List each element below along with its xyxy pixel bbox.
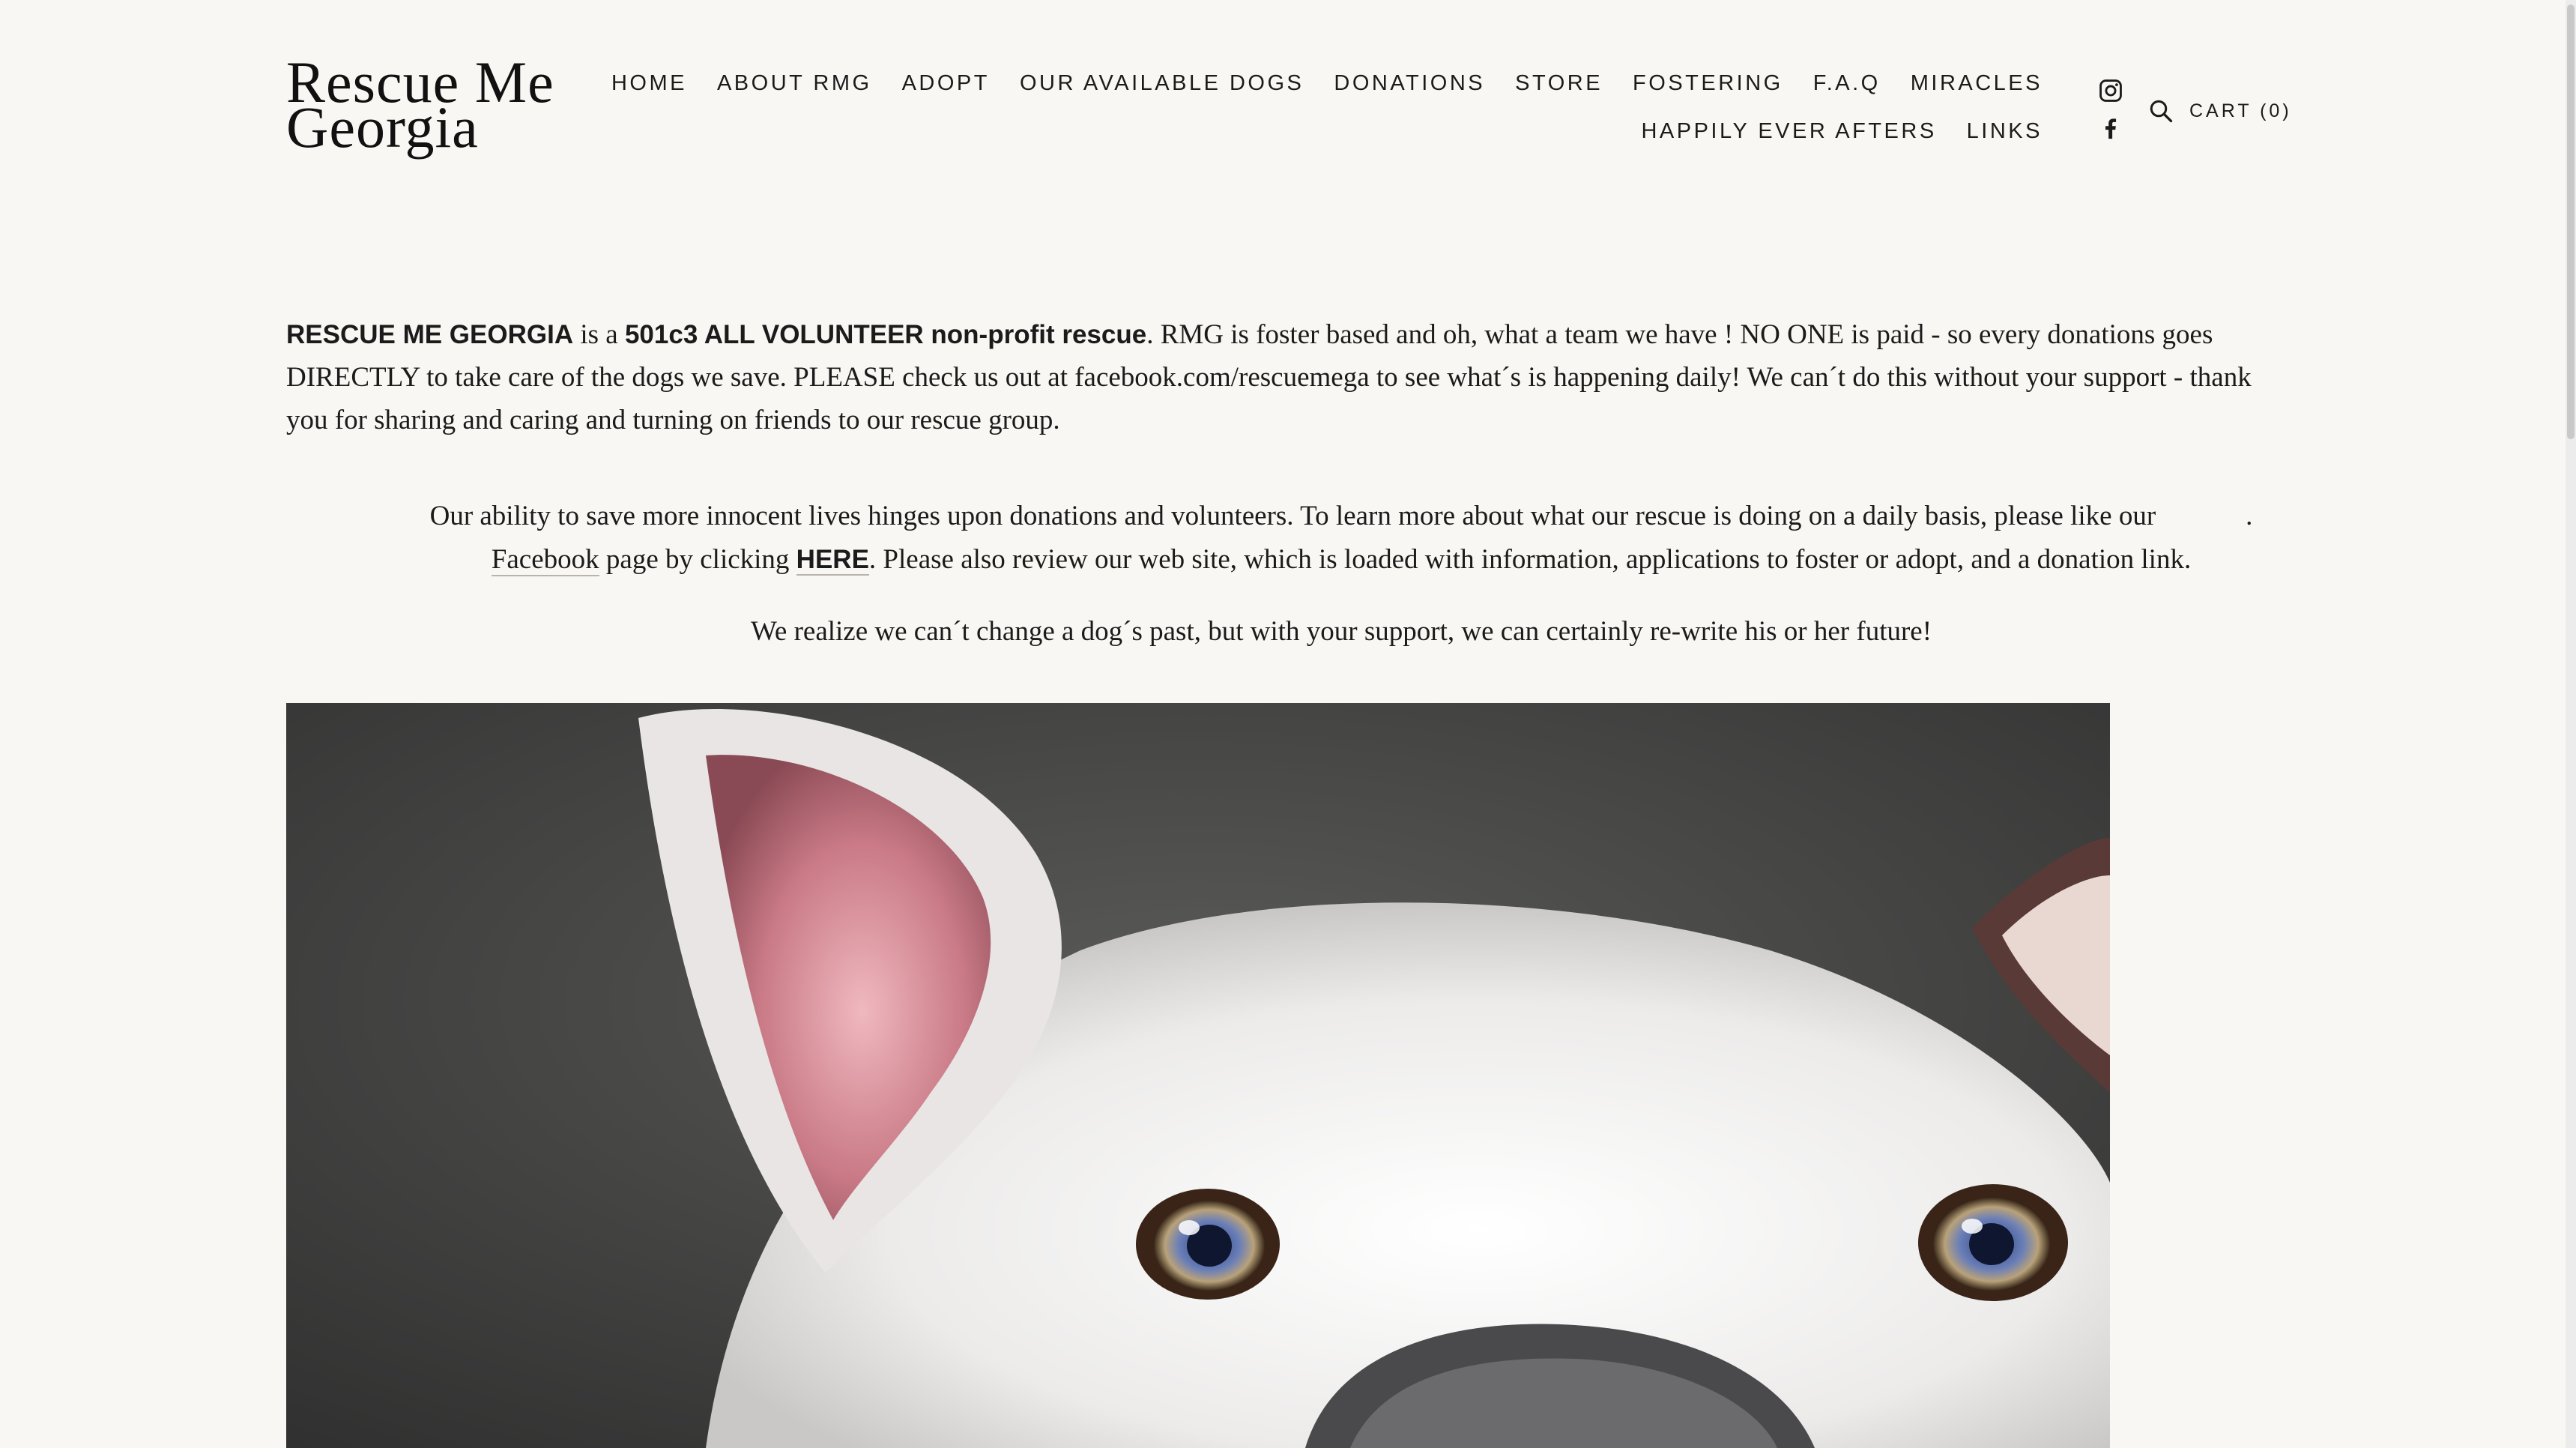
nav-fostering[interactable]: FOSTERING (1633, 69, 1783, 97)
ability-line-2: Facebook page by clicking HERE. Please a… (286, 538, 2396, 582)
ability-paragraph: Our ability to save more innocent lives … (286, 495, 2396, 582)
realize-paragraph: We realize we can´t change a dog´s past,… (750, 616, 1932, 647)
nav-links[interactable]: LINKS (1967, 117, 2043, 145)
org-name: RESCUE ME GEORGIA (286, 320, 574, 349)
nav-adopt[interactable]: ADOPT (902, 69, 990, 97)
nav-row-2: HAPPILY EVER AFTERS LINKS (719, 117, 2043, 145)
here-link[interactable]: HERE (796, 545, 869, 576)
page-by-clicking: page by clicking (599, 544, 796, 575)
nav-home[interactable]: HOME (611, 69, 687, 97)
nav-store[interactable]: STORE (1515, 69, 1603, 97)
social-links (2098, 78, 2129, 153)
ability-line-2-rest: . Please also review our web site, which… (868, 544, 2192, 575)
facebook-link[interactable]: Facebook (491, 544, 599, 576)
nav-happily-ever-afters[interactable]: HAPPILY EVER AFTERS (1641, 117, 1936, 145)
cart-link[interactable]: CART (0) (2189, 97, 2292, 125)
instagram-icon[interactable] (2098, 78, 2123, 103)
scrollbar[interactable] (2566, 0, 2576, 1448)
white-dog-photo (286, 703, 2110, 1448)
dog-illustration (286, 703, 2110, 1448)
intro-is-a: is a (573, 319, 625, 350)
scrollbar-thumb[interactable] (2567, 4, 2575, 439)
nav-donations[interactable]: DONATIONS (1334, 69, 1485, 97)
search-icon[interactable] (2147, 97, 2174, 124)
nav-faq[interactable]: F.A.Q (1813, 69, 1881, 97)
ability-line-1-text: Our ability to save more innocent lives … (429, 501, 2156, 531)
nav-miracles[interactable]: MIRACLES (1911, 69, 2043, 97)
nav-our-available-dogs[interactable]: OUR AVAILABLE DOGS (1020, 69, 1304, 97)
page: Rescue Me Georgia HOME ABOUT RMG ADOPT O… (0, 0, 2576, 1448)
ability-line-1-end: . (2246, 501, 2253, 531)
main-nav: HOME ABOUT RMG ADOPT OUR AVAILABLE DOGS … (611, 69, 2043, 145)
facebook-icon[interactable] (2098, 115, 2123, 141)
nav-row-1: HOME ABOUT RMG ADOPT OUR AVAILABLE DOGS … (611, 69, 2043, 97)
intro-paragraph: RESCUE ME GEORGIA is a 501c3 ALL VOLUNTE… (286, 313, 2257, 441)
nav-about-rmg[interactable]: ABOUT RMG (717, 69, 872, 97)
site-title[interactable]: Rescue Me Georgia (286, 53, 601, 157)
ability-line-1: Our ability to save more innocent lives … (286, 495, 2396, 538)
org-type: 501c3 ALL VOLUNTEER non-profit rescue (624, 320, 1147, 349)
